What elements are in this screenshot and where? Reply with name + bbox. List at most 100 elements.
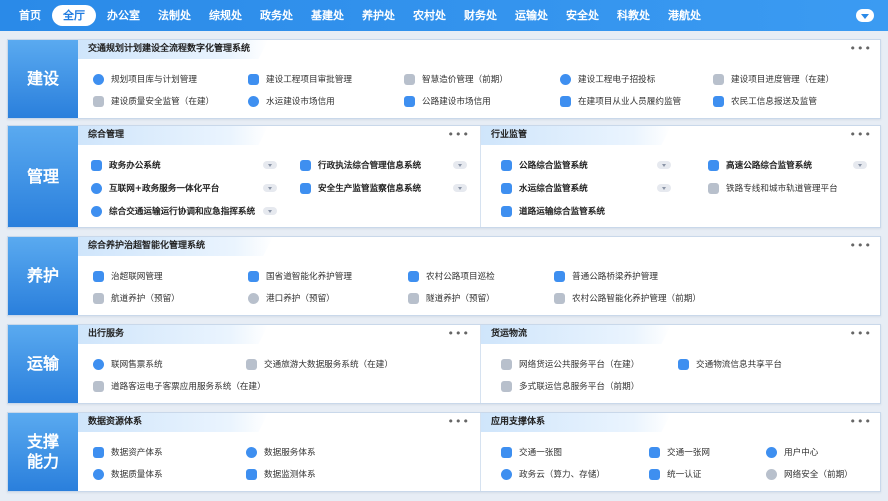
train-icon	[708, 182, 719, 194]
system-link[interactable]: 道路客运电子客票应用服务系统（在建）	[93, 380, 266, 392]
system-link[interactable]: 智慧造价管理（前期）	[404, 73, 508, 85]
panel-maintenance-system: 综合养护治超智能化管理系统 ••• 治超联网管理 国省道智能化养护管理 农村公路…	[78, 237, 882, 315]
system-link[interactable]: 互联网+政务服务一体化平台	[91, 182, 219, 194]
database-icon	[93, 446, 104, 458]
more-icon[interactable]: •••	[850, 42, 872, 55]
cloud-shield-icon	[766, 468, 777, 480]
system-link[interactable]: 联网售票系统	[93, 358, 163, 370]
system-link[interactable]: 多式联运信息服务平台（前期）	[501, 380, 639, 392]
more-icon[interactable]: •••	[850, 415, 872, 428]
chevron-down-icon[interactable]	[853, 161, 867, 169]
system-link[interactable]: 国省道智能化养护管理	[248, 270, 352, 282]
chevron-down-icon[interactable]	[453, 161, 467, 169]
system-link[interactable]: 公路建设市场信用	[404, 95, 491, 107]
row-construction: 建设 交通规划计划建设全流程数字化管理系统 ••• 规划项目库与计划管理 建设工…	[7, 39, 881, 119]
chevron-down-icon[interactable]	[657, 161, 671, 169]
system-link[interactable]: 建设工程电子招投标	[560, 73, 655, 85]
panel-title: 综合管理	[78, 126, 268, 145]
chevron-down-icon[interactable]	[263, 161, 277, 169]
system-link[interactable]: 数据服务体系	[246, 446, 316, 458]
system-link[interactable]: 交通旅游大数据服务系统（在建）	[246, 358, 393, 370]
tunnel-icon	[408, 292, 419, 304]
system-link[interactable]: 在建项目从业人员履约监管	[560, 95, 681, 107]
panel-title: 货运物流	[481, 325, 671, 344]
system-link[interactable]: 建设工程项目审批管理	[248, 73, 352, 85]
system-link[interactable]: 网络货运公共服务平台（在建）	[501, 358, 639, 370]
cloud-icon	[501, 468, 512, 480]
system-link[interactable]: 政务办公系统	[91, 159, 161, 171]
system-link[interactable]: 航道养护（预留）	[93, 292, 180, 304]
system-link[interactable]: 数据资产体系	[93, 446, 163, 458]
row-label-maintenance: 养护	[8, 237, 78, 315]
system-link[interactable]: 普通公路桥梁养护管理	[554, 270, 658, 282]
panel-application-support-system: 应用支撑体系 ••• 交通一张图 交通一张网 用户中心 政务云（算力、存储） 统…	[481, 413, 882, 491]
more-icon[interactable]: •••	[850, 327, 872, 340]
dispatch-icon	[91, 205, 102, 217]
chevron-down-icon[interactable]	[263, 184, 277, 192]
system-link[interactable]: 规划项目库与计划管理	[93, 73, 197, 85]
nav-port-shipping[interactable]: 港航处	[661, 5, 708, 26]
nav-all-departments[interactable]: 全厅	[52, 5, 96, 26]
system-link[interactable]: 公路综合监管系统	[501, 159, 588, 171]
nav-transport[interactable]: 运输处	[508, 5, 555, 26]
system-link[interactable]: 网络安全（前期）	[766, 468, 853, 480]
nav-finance[interactable]: 财务处	[457, 5, 504, 26]
more-icon[interactable]: •••	[850, 128, 872, 141]
system-link[interactable]: 用户中心	[766, 446, 818, 458]
system-link[interactable]: 治超联网管理	[93, 270, 163, 282]
nav-home[interactable]: 首页	[12, 5, 48, 26]
system-link[interactable]: 道路运输综合监管系统	[501, 205, 605, 217]
system-link[interactable]: 建设质量安全监管（在建）	[93, 95, 214, 107]
system-link[interactable]: 统一认证	[649, 468, 701, 480]
system-link[interactable]: 铁路专线和城市轨道管理平台	[708, 182, 838, 194]
more-icon[interactable]: •••	[448, 327, 470, 340]
system-link[interactable]: 交通一张图	[501, 446, 562, 458]
nav-office[interactable]: 办公室	[100, 5, 147, 26]
panel-industry-supervision: 行业监管 ••• 公路综合监管系统 高速公路综合监管系统 水运综合监管系统 铁路…	[481, 126, 882, 227]
system-link[interactable]: 水运建设市场信用	[248, 95, 335, 107]
nav-science[interactable]: 科教处	[610, 5, 657, 26]
chat-icon	[678, 358, 689, 370]
more-icon[interactable]: •••	[448, 128, 470, 141]
system-link[interactable]: 交通物流信息共享平台	[678, 358, 782, 370]
system-link[interactable]: 建设项目进度管理（在建）	[713, 73, 834, 85]
more-icon[interactable]: •••	[448, 415, 470, 428]
system-link[interactable]: 农民工信息报送及监管	[713, 95, 817, 107]
system-link[interactable]: 港口养护（预留）	[248, 292, 335, 304]
system-link[interactable]: 隧道养护（预留）	[408, 292, 495, 304]
nav-legal[interactable]: 法制处	[151, 5, 198, 26]
system-link[interactable]: 安全生产监管监察信息系统	[300, 182, 421, 194]
nav-planning[interactable]: 综规处	[202, 5, 249, 26]
panel-title: 综合养护治超智能化管理系统	[78, 237, 273, 256]
system-link[interactable]: 高速公路综合监管系统	[708, 159, 812, 171]
system-link[interactable]: 数据监测体系	[246, 468, 316, 480]
row-label-construction: 建设	[8, 40, 78, 118]
row-label-support-capability: 支撑 能力	[8, 413, 78, 491]
row-management: 管理 综合管理 ••• 政务办公系统 行政执法综合管理信息系统 互联网+政务服务…	[7, 125, 881, 228]
chevron-down-icon[interactable]	[453, 184, 467, 192]
car-icon	[408, 270, 419, 282]
panel-title: 行业监管	[481, 126, 671, 145]
nav-government-affairs[interactable]: 政务处	[253, 5, 300, 26]
chevron-down-icon[interactable]	[657, 184, 671, 192]
nav-safety[interactable]: 安全处	[559, 5, 606, 26]
system-link[interactable]: 行政执法综合管理信息系统	[300, 159, 421, 171]
system-link[interactable]: 交通一张网	[649, 446, 710, 458]
nav-more-chevron-icon[interactable]	[856, 9, 874, 22]
more-icon[interactable]: •••	[850, 239, 872, 252]
nav-rural[interactable]: 农村处	[406, 5, 453, 26]
system-link[interactable]: 综合交通运输运行协调和应急指挥系统	[91, 205, 255, 217]
system-link[interactable]: 农村公路项目巡检	[408, 270, 495, 282]
worker-icon	[713, 95, 724, 107]
row-label-management: 管理	[8, 126, 78, 227]
quality-icon	[93, 468, 104, 480]
boat-icon	[93, 292, 104, 304]
row-transport: 运输 出行服务 ••• 联网售票系统 交通旅游大数据服务系统（在建） 道路客运电…	[7, 324, 881, 404]
system-link[interactable]: 政务云（算力、存储）	[501, 468, 605, 480]
system-link[interactable]: 数据质量体系	[93, 468, 163, 480]
system-link[interactable]: 农村公路智能化养护管理（前期）	[554, 292, 701, 304]
nav-infrastructure[interactable]: 基建处	[304, 5, 351, 26]
system-link[interactable]: 水运综合监管系统	[501, 182, 588, 194]
nav-maintenance[interactable]: 养护处	[355, 5, 402, 26]
chevron-down-icon[interactable]	[263, 207, 277, 215]
